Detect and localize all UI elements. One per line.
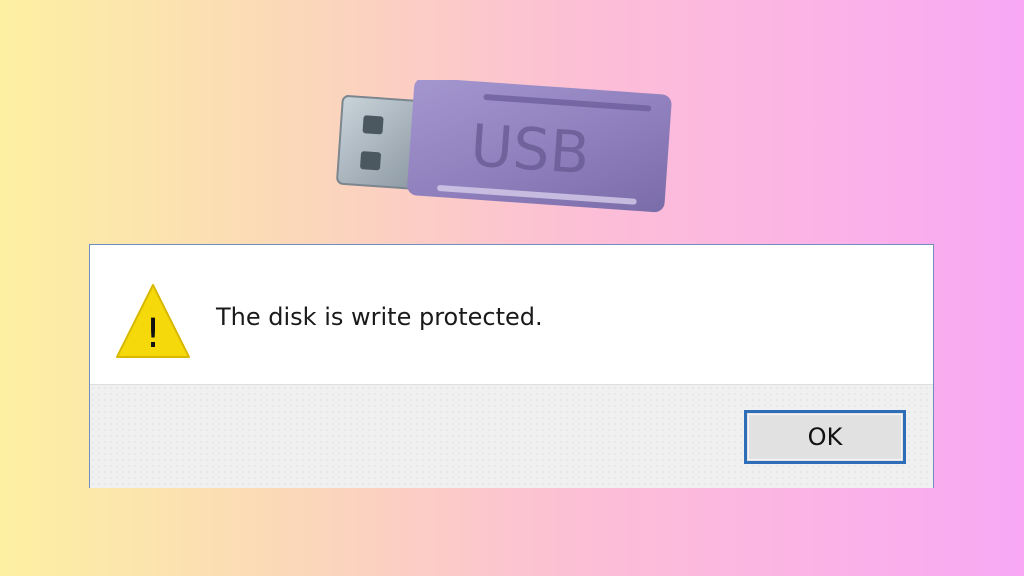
- dialog-body: ! The disk is write protected.: [90, 245, 933, 384]
- ok-button[interactable]: OK: [744, 410, 906, 464]
- warning-icon: !: [116, 284, 190, 358]
- warning-symbol: !: [145, 311, 161, 357]
- error-dialog: ! The disk is write protected. OK: [89, 244, 934, 488]
- dialog-footer: OK: [90, 384, 933, 488]
- usb-label: USB: [468, 111, 592, 187]
- usb-drive-icon: USB: [336, 80, 672, 213]
- dialog-message: The disk is write protected.: [216, 303, 543, 331]
